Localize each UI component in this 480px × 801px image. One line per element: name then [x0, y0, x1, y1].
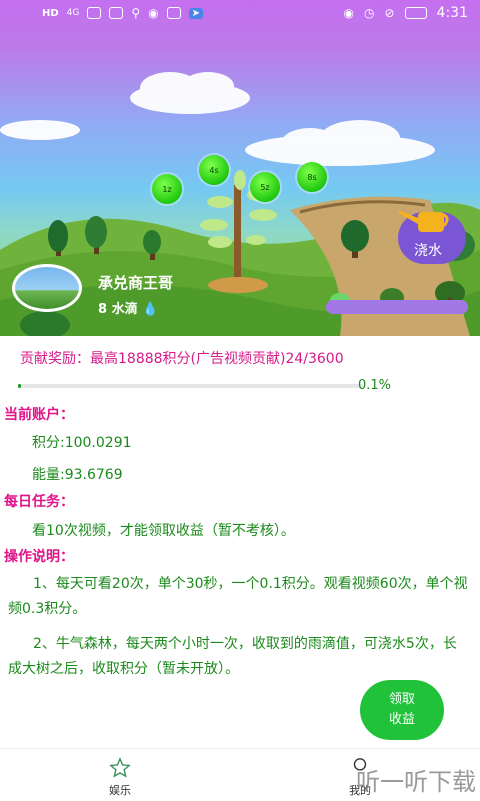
water-drop-bubble[interactable]: 8s	[297, 162, 327, 192]
instructions-item-2: 2、牛气森林，每天两个小时一次，收取到的雨滴值，可浇水5次，长成大树之后，收取积…	[8, 636, 457, 677]
star-icon	[109, 757, 131, 778]
wifi-icon	[87, 7, 102, 19]
instructions-title: 操作说明：	[4, 549, 74, 565]
user-name: 承兑商王哥	[98, 274, 174, 292]
daily-tasks-text: 看10次视频，才能领取收益（暂不考核）。	[32, 523, 295, 539]
water-drop-bubble[interactable]: 1z	[152, 174, 182, 204]
account-title: 当前账户：	[4, 407, 74, 423]
eye-icon: ◉	[343, 6, 354, 20]
app-icon	[109, 7, 124, 19]
contribution-reward: 贡献奖励：最高18888积分(广告视频贡献)24/3600	[20, 348, 344, 368]
alarm-icon: ◷	[364, 6, 375, 20]
battery-icon	[404, 7, 427, 19]
nav-item-label: 娱乐	[109, 784, 131, 797]
contribution-progress-fill	[18, 384, 22, 388]
claim-earnings-button[interactable]: 领取 收益	[360, 680, 444, 740]
water-drop-bubble[interactable]: 5z	[250, 172, 280, 202]
shield-icon	[166, 7, 181, 19]
nav-item-entertainment[interactable]: 娱乐	[80, 757, 160, 798]
contribution-text: 最高18888积分(广告视频贡献)24/3600	[90, 351, 344, 367]
contribution-percent: 0.1%	[358, 378, 392, 393]
chat-icon: ◉	[148, 6, 159, 20]
avatar[interactable]	[12, 264, 82, 312]
water-drop-count-text: 8 水滴	[98, 302, 138, 317]
energy-value: 能量:93.6769	[32, 467, 123, 483]
watering-can-icon	[398, 210, 449, 232]
signal-icon: 4G	[66, 8, 80, 18]
forest-game-banner: HD 4G ⚲ ◉ ➤ ◉ ◷ ⊘ 4:31 1z 4s 5z 8s 承兑商王哥…	[0, 0, 480, 336]
status-bar-right: ◉ ◷ ⊘ 4:31	[344, 5, 468, 21]
water-drop-bubble[interactable]: 4s	[199, 155, 229, 185]
water-drop-icon: 💧	[142, 302, 159, 317]
hd-icon: HD	[42, 7, 59, 19]
usb-icon: ⚲	[131, 6, 141, 20]
water-button-label: 浇水	[414, 243, 442, 259]
contribution-progress-bar	[18, 384, 363, 388]
mute-icon: ⊘	[384, 6, 395, 20]
points-value: 积分:100.0291	[32, 435, 132, 451]
contribution-label: 贡献奖励：	[20, 351, 90, 367]
daily-tasks-title: 每日任务：	[4, 494, 74, 510]
claim-button-line2: 收益	[388, 712, 415, 727]
status-bar: HD 4G ⚲ ◉ ➤ ◉ ◷ ⊘ 4:31	[0, 0, 480, 28]
send-icon: ➤	[188, 7, 204, 19]
tree-growth-track	[326, 300, 468, 314]
claim-button-line1: 领取	[388, 692, 415, 707]
instructions-item-1: 1、每天可看20次，单个30秒，一个0.1积分。观看视频60次，单个视频0.3积…	[8, 576, 468, 617]
site-watermark: 听一听下载	[356, 768, 476, 796]
clock-time: 4:31	[436, 5, 468, 21]
water-drop-count: 8 水滴 💧	[98, 298, 158, 317]
status-bar-left: HD 4G ⚲ ◉ ➤	[42, 6, 204, 20]
water-button[interactable]: 浇水	[398, 210, 466, 264]
